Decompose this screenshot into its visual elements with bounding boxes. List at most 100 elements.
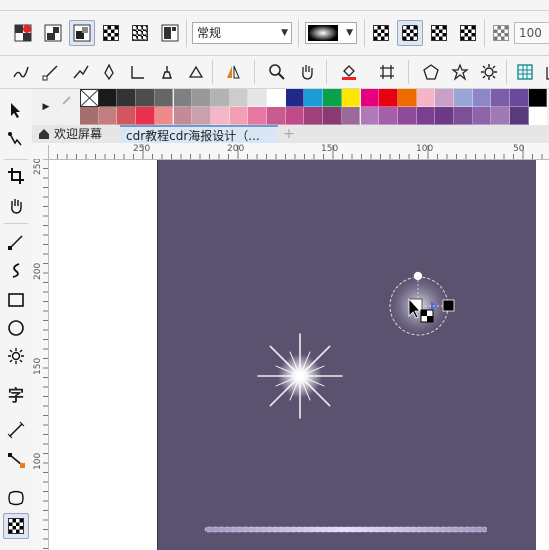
color-swatch[interactable]: [454, 107, 473, 125]
vertical-ruler[interactable]: 250 200 150 100: [32, 159, 49, 550]
crop-icon[interactable]: [3, 163, 29, 189]
color-swatch[interactable]: [528, 89, 548, 107]
color-swatch[interactable]: [454, 89, 473, 107]
square-fountain-icon[interactable]: [455, 20, 481, 46]
fill-bucket-icon[interactable]: [336, 59, 362, 85]
color-swatch[interactable]: [98, 89, 118, 107]
color-swatch[interactable]: [267, 107, 286, 125]
polygon-icon[interactable]: [418, 59, 444, 85]
eyedropper-icon[interactable]: [60, 93, 74, 107]
connector-icon[interactable]: [3, 447, 29, 473]
freehand-icon[interactable]: [8, 59, 34, 85]
dimension-icon[interactable]: [538, 59, 549, 85]
palette-scroll-arrow-icon[interactable]: ▶: [40, 93, 52, 121]
color-swatch[interactable]: [472, 89, 492, 107]
radial-fountain-icon[interactable]: [397, 20, 423, 46]
color-swatch[interactable]: [98, 107, 118, 125]
color-swatch[interactable]: [491, 89, 511, 107]
color-swatch[interactable]: [379, 107, 398, 125]
color-swatch[interactable]: [341, 107, 361, 125]
transparency-glow-object[interactable]: [389, 271, 455, 337]
linear-fountain-icon[interactable]: [368, 20, 394, 46]
color-swatch[interactable]: [248, 107, 267, 125]
color-swatch[interactable]: [136, 89, 155, 107]
interactive-transparency-icon[interactable]: [10, 20, 36, 46]
gear-icon[interactable]: [476, 59, 502, 85]
color-swatch[interactable]: [117, 107, 137, 125]
ruler-origin[interactable]: [32, 143, 49, 160]
sparkle-star[interactable]: [257, 333, 343, 419]
pen-icon[interactable]: [96, 59, 122, 85]
color-swatch[interactable]: [491, 107, 511, 125]
snap-grid-icon[interactable]: [374, 59, 400, 85]
no-color-swatch[interactable]: [80, 89, 99, 107]
color-swatch[interactable]: [528, 107, 548, 125]
pattern-transparency-icon[interactable]: [98, 20, 124, 46]
color-swatch[interactable]: [173, 107, 193, 125]
color-swatch[interactable]: [379, 89, 398, 107]
color-swatch[interactable]: [154, 107, 174, 125]
node-transparency-input[interactable]: 100: [514, 22, 549, 44]
polyline-icon[interactable]: [68, 59, 94, 85]
color-swatch[interactable]: [229, 89, 249, 107]
rectangle-icon[interactable]: [3, 287, 29, 313]
tab-document[interactable]: cdr教程cdr海报设计（...: [120, 125, 278, 143]
color-swatch[interactable]: [510, 89, 529, 107]
fountain-transparency-icon[interactable]: [69, 20, 95, 46]
conical-fountain-icon[interactable]: [426, 20, 452, 46]
color-swatch[interactable]: [136, 107, 155, 125]
parallel-dimension-icon[interactable]: [3, 417, 29, 443]
color-swatch[interactable]: [229, 107, 249, 125]
color-swatch[interactable]: [416, 89, 436, 107]
uniform-transparency-icon[interactable]: [40, 20, 66, 46]
color-swatch[interactable]: [360, 89, 380, 107]
color-swatch[interactable]: [248, 89, 267, 107]
color-swatch[interactable]: [416, 107, 436, 125]
color-swatch[interactable]: [210, 89, 230, 107]
smart-drawing-icon[interactable]: [183, 59, 209, 85]
drawing-canvas[interactable]: [49, 160, 549, 550]
color-swatch[interactable]: [435, 89, 454, 107]
merge-mode-select[interactable]: 常规 ▼: [192, 22, 292, 44]
texture-transparency-icon[interactable]: [157, 20, 183, 46]
color-swatch[interactable]: [510, 107, 529, 125]
color-swatch[interactable]: [341, 89, 361, 107]
two-color-pattern-icon[interactable]: [127, 20, 153, 46]
color-swatch[interactable]: [323, 107, 342, 125]
new-tab-button[interactable]: +: [278, 125, 300, 143]
shape-node-icon[interactable]: [3, 127, 29, 153]
fountain-picker[interactable]: ▼: [305, 22, 357, 44]
bspline-icon[interactable]: [125, 59, 151, 85]
freehand-tool-icon[interactable]: [3, 229, 29, 255]
polygon-gear-icon[interactable]: [3, 343, 29, 369]
color-swatch[interactable]: [472, 107, 492, 125]
color-swatch[interactable]: [360, 107, 380, 125]
pan-hand-icon[interactable]: [294, 59, 320, 85]
color-swatch[interactable]: [154, 89, 174, 107]
artistic-media-icon[interactable]: [154, 59, 180, 85]
glow-bar[interactable]: [204, 526, 488, 533]
pick-arrow-icon[interactable]: [3, 97, 29, 123]
color-swatch[interactable]: [304, 89, 324, 107]
tab-welcome[interactable]: 欢迎屏幕: [32, 125, 120, 143]
color-swatch[interactable]: [117, 89, 137, 107]
color-swatch[interactable]: [304, 107, 324, 125]
ellipse-icon[interactable]: [3, 315, 29, 341]
drop-shadow-icon[interactable]: [3, 485, 29, 511]
color-swatch[interactable]: [323, 89, 342, 107]
transparency-tool-icon[interactable]: [3, 513, 29, 539]
color-swatch[interactable]: [285, 89, 305, 107]
text-tool-icon[interactable]: 字: [3, 381, 29, 407]
color-swatch[interactable]: [192, 89, 211, 107]
color-swatch[interactable]: [192, 107, 211, 125]
color-swatch[interactable]: [210, 107, 230, 125]
pan-hand-icon[interactable]: [3, 193, 29, 219]
color-swatch[interactable]: [397, 89, 417, 107]
table-icon[interactable]: [512, 59, 538, 85]
color-swatch[interactable]: [285, 107, 305, 125]
mirror-icon[interactable]: [220, 59, 246, 85]
color-swatch[interactable]: [173, 89, 193, 107]
horizontal-ruler[interactable]: 250 200 150 100 50: [48, 143, 549, 160]
color-swatch[interactable]: [435, 107, 454, 125]
artistic-curve-icon[interactable]: [3, 257, 29, 283]
